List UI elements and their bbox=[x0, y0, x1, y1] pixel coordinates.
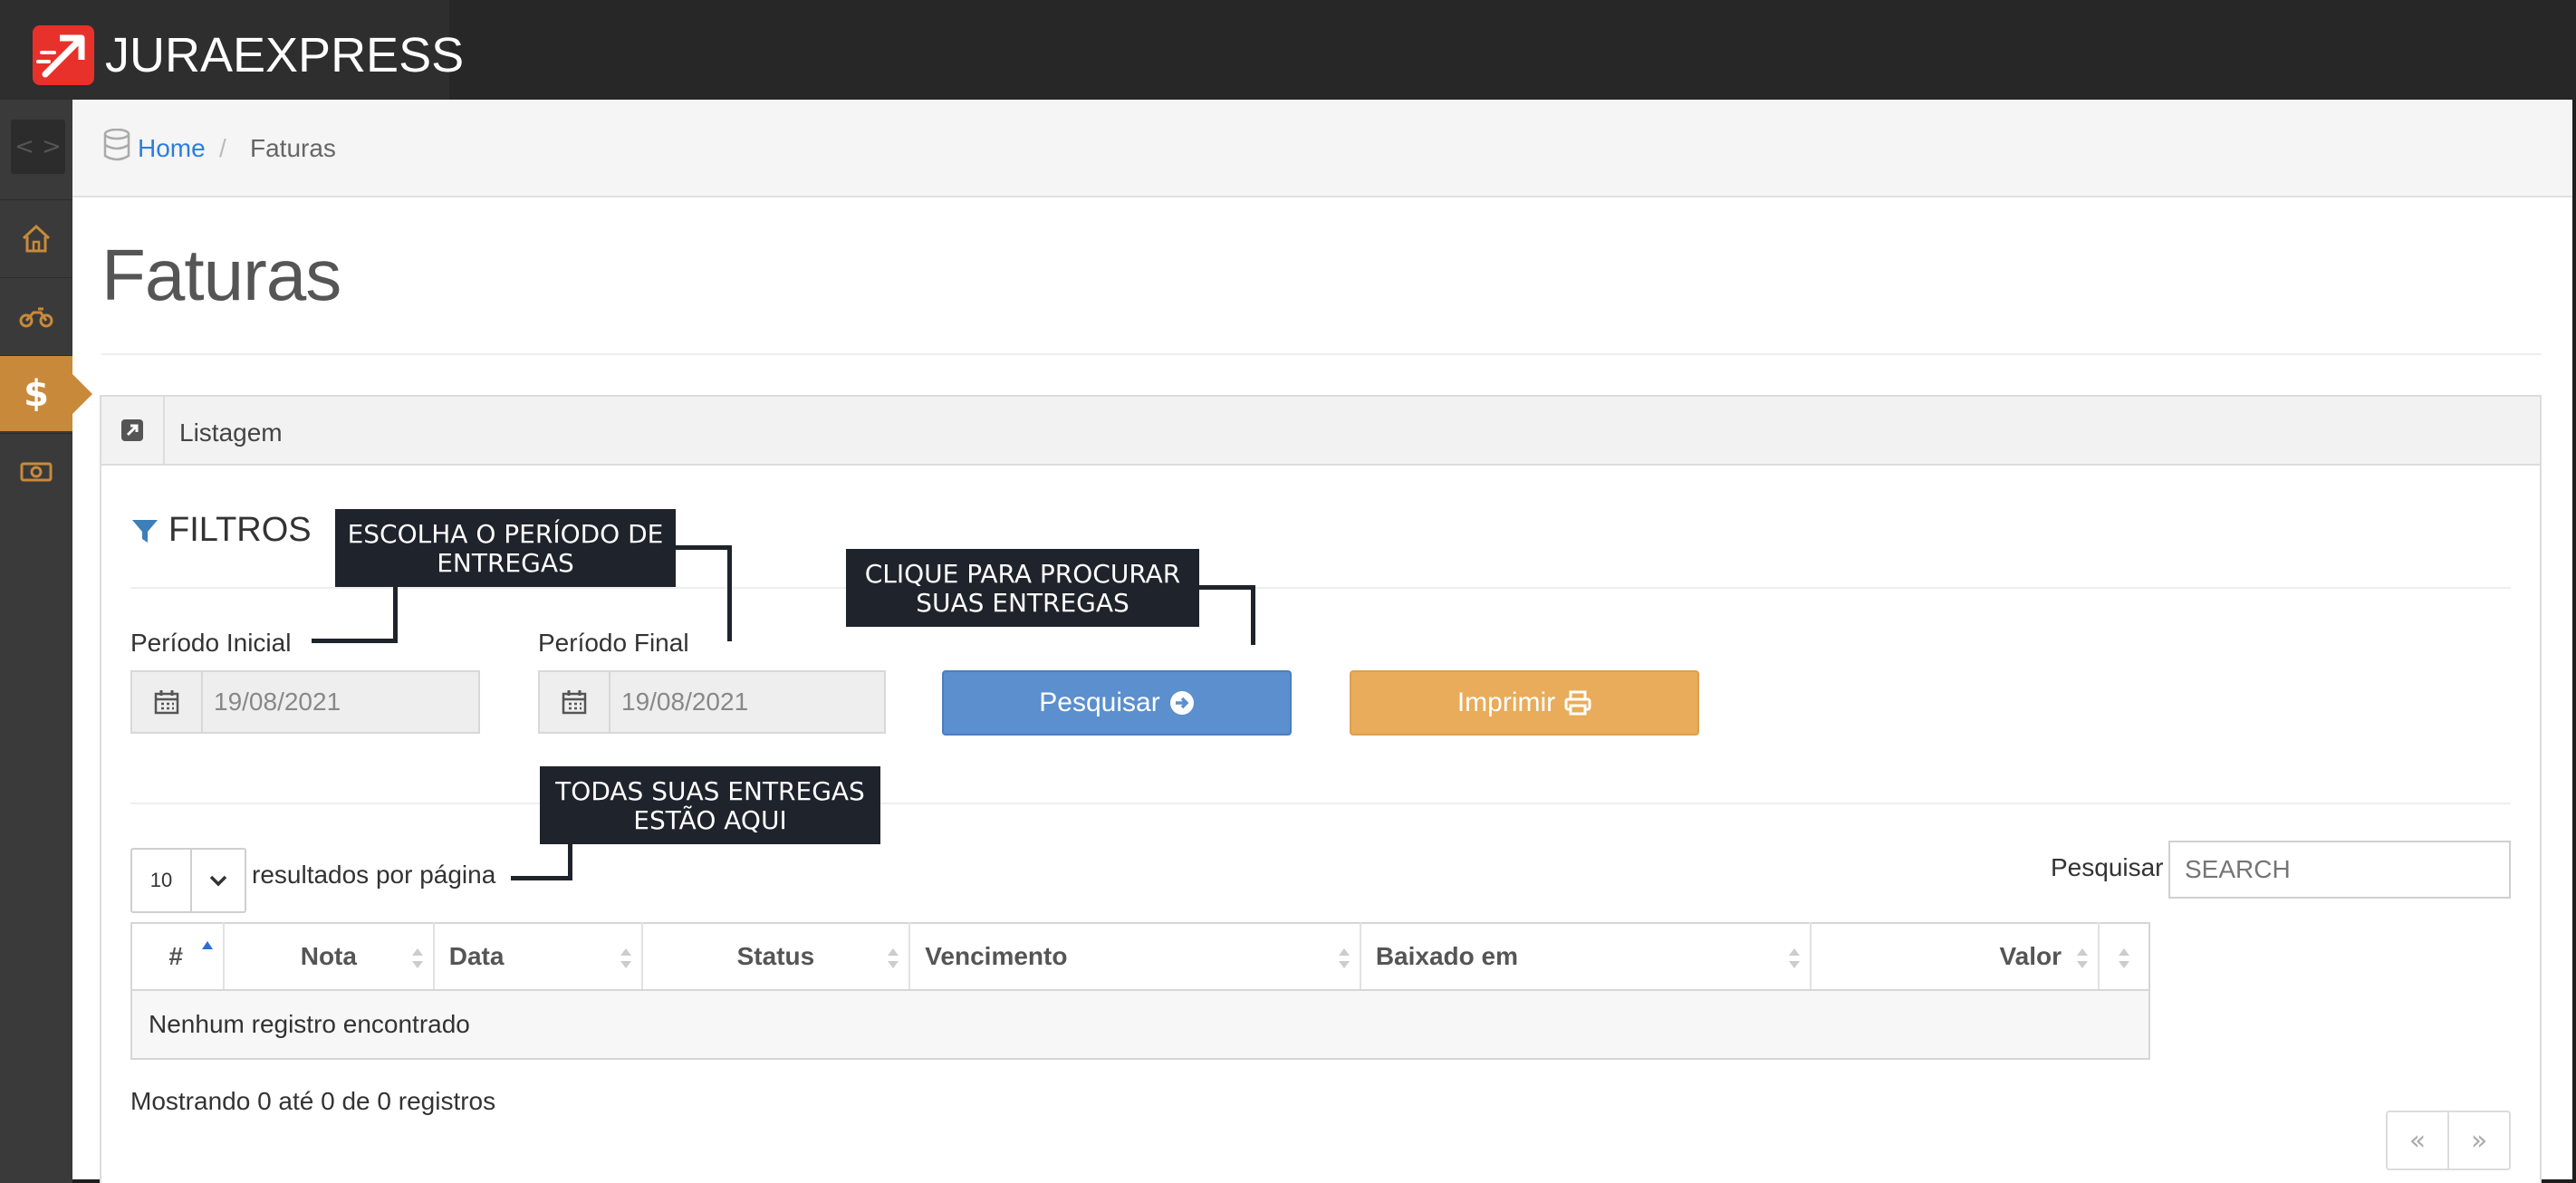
previous-page-button[interactable]: « bbox=[2388, 1112, 2449, 1169]
brand-name: JURAEXPRESS bbox=[105, 28, 465, 82]
print-button[interactable]: Imprimir bbox=[1350, 670, 1699, 736]
callout-leader bbox=[1251, 585, 1255, 645]
sidebar: < > $ bbox=[0, 100, 92, 1183]
pagination: « » bbox=[2386, 1111, 2511, 1170]
divider bbox=[130, 587, 2511, 589]
filters-heading-text: FILTROS bbox=[168, 511, 312, 549]
dollar-icon: $ bbox=[24, 372, 49, 415]
invoices-table: # Nota Data Status Vencimento Baixado em bbox=[130, 922, 2150, 1060]
sort-asc-icon bbox=[201, 941, 213, 949]
column-header-number[interactable]: # bbox=[131, 923, 225, 991]
table-row: Nenhum registro encontrado bbox=[131, 990, 2149, 1059]
end-date-field[interactable]: 19/08/2021 bbox=[538, 670, 886, 734]
arrow-circle-right-icon bbox=[1169, 691, 1194, 715]
table-search-input[interactable] bbox=[2168, 841, 2511, 899]
callout-leader bbox=[568, 844, 572, 880]
column-header-valor[interactable]: Valor bbox=[1811, 923, 2100, 991]
end-date-label: Período Final bbox=[538, 629, 689, 657]
column-header-vencimento[interactable]: Vencimento bbox=[909, 923, 1361, 991]
start-date-field[interactable]: 19/08/2021 bbox=[130, 670, 480, 734]
sort-icon bbox=[888, 948, 899, 968]
callout-leader bbox=[1199, 585, 1255, 590]
callout-leader bbox=[393, 587, 398, 643]
empty-table-message: Nenhum registro encontrado bbox=[131, 990, 2149, 1059]
sidebar-item-home[interactable] bbox=[0, 199, 72, 275]
next-page-button[interactable]: » bbox=[2449, 1112, 2509, 1169]
search-button-label: Pesquisar bbox=[1039, 688, 1160, 717]
panel-header: Listagem bbox=[101, 397, 2540, 466]
end-date-value: 19/08/2021 bbox=[621, 688, 749, 716]
filters-heading: FILTROS bbox=[130, 511, 312, 550]
column-header-nota[interactable]: Nota bbox=[223, 923, 435, 991]
external-link-icon bbox=[121, 419, 143, 441]
panel-expand-button[interactable] bbox=[101, 397, 165, 464]
sidebar-toggle-button[interactable]: < > bbox=[11, 120, 65, 174]
callout-search: CLIQUE PARA PROCURAR SUAS ENTREGAS bbox=[846, 549, 1199, 627]
callout-leader bbox=[312, 639, 398, 643]
panel-title: Listagem bbox=[179, 418, 283, 447]
printer-icon bbox=[1564, 690, 1591, 716]
search-button[interactable]: Pesquisar bbox=[942, 670, 1292, 736]
breadcrumb-home-link[interactable]: Home bbox=[138, 134, 206, 163]
sort-icon bbox=[620, 948, 631, 968]
sort-icon bbox=[2119, 948, 2129, 968]
sort-icon bbox=[411, 948, 423, 968]
home-icon bbox=[22, 224, 51, 252]
sort-icon bbox=[1338, 948, 1350, 968]
page-length-value: 10 bbox=[132, 850, 192, 911]
page-title: Faturas bbox=[101, 235, 341, 315]
start-date-value: 19/08/2021 bbox=[214, 688, 341, 716]
breadcrumb: Home / Faturas bbox=[72, 100, 2572, 197]
filter-icon bbox=[132, 519, 158, 543]
callout-list: TODAS SUAS ENTREGAS ESTÃO AQUI bbox=[540, 766, 880, 844]
brand-logo-icon bbox=[33, 25, 94, 85]
sort-icon bbox=[1789, 948, 1801, 968]
table-search-label: Pesquisar bbox=[2051, 853, 2164, 881]
sidebar-item-invoices[interactable]: $ bbox=[0, 355, 92, 431]
chevron-down-icon bbox=[192, 850, 245, 911]
calendar-icon bbox=[540, 672, 610, 732]
callout-leader bbox=[676, 545, 732, 550]
table-info: Mostrando 0 até 0 de 0 registros bbox=[130, 1087, 496, 1115]
breadcrumb-current: Faturas bbox=[250, 134, 336, 162]
start-date-label: Período Inicial bbox=[130, 629, 292, 657]
page-length-label: resultados por página bbox=[252, 861, 496, 889]
column-header-actions[interactable] bbox=[2098, 923, 2149, 991]
sort-icon bbox=[2076, 948, 2088, 968]
top-navbar: JURAEXPRESS bbox=[0, 0, 2576, 100]
callout-leader bbox=[511, 876, 572, 880]
brand[interactable]: JURAEXPRESS bbox=[0, 0, 464, 100]
divider bbox=[130, 803, 2511, 804]
callout-period: ESCOLHA O PERÍODO DE ENTREGAS bbox=[335, 509, 676, 587]
callout-leader bbox=[727, 545, 732, 641]
column-header-data[interactable]: Data bbox=[433, 923, 643, 991]
breadcrumb-separator: / bbox=[219, 134, 226, 162]
page-length-select[interactable]: 10 bbox=[130, 848, 246, 913]
calendar-icon bbox=[132, 672, 203, 732]
code-icon: < > bbox=[14, 133, 62, 160]
column-header-baixado-em[interactable]: Baixado em bbox=[1360, 923, 1812, 991]
sidebar-item-deliveries[interactable] bbox=[0, 277, 72, 353]
print-button-label: Imprimir bbox=[1456, 688, 1556, 717]
money-icon bbox=[20, 462, 53, 481]
table-header-row: # Nota Data Status Vencimento Baixado em bbox=[131, 923, 2149, 991]
motorcycle-icon bbox=[19, 307, 53, 327]
database-icon bbox=[103, 129, 130, 161]
divider bbox=[101, 353, 2542, 355]
sidebar-item-payments[interactable] bbox=[0, 433, 72, 509]
column-header-status[interactable]: Status bbox=[641, 923, 911, 991]
